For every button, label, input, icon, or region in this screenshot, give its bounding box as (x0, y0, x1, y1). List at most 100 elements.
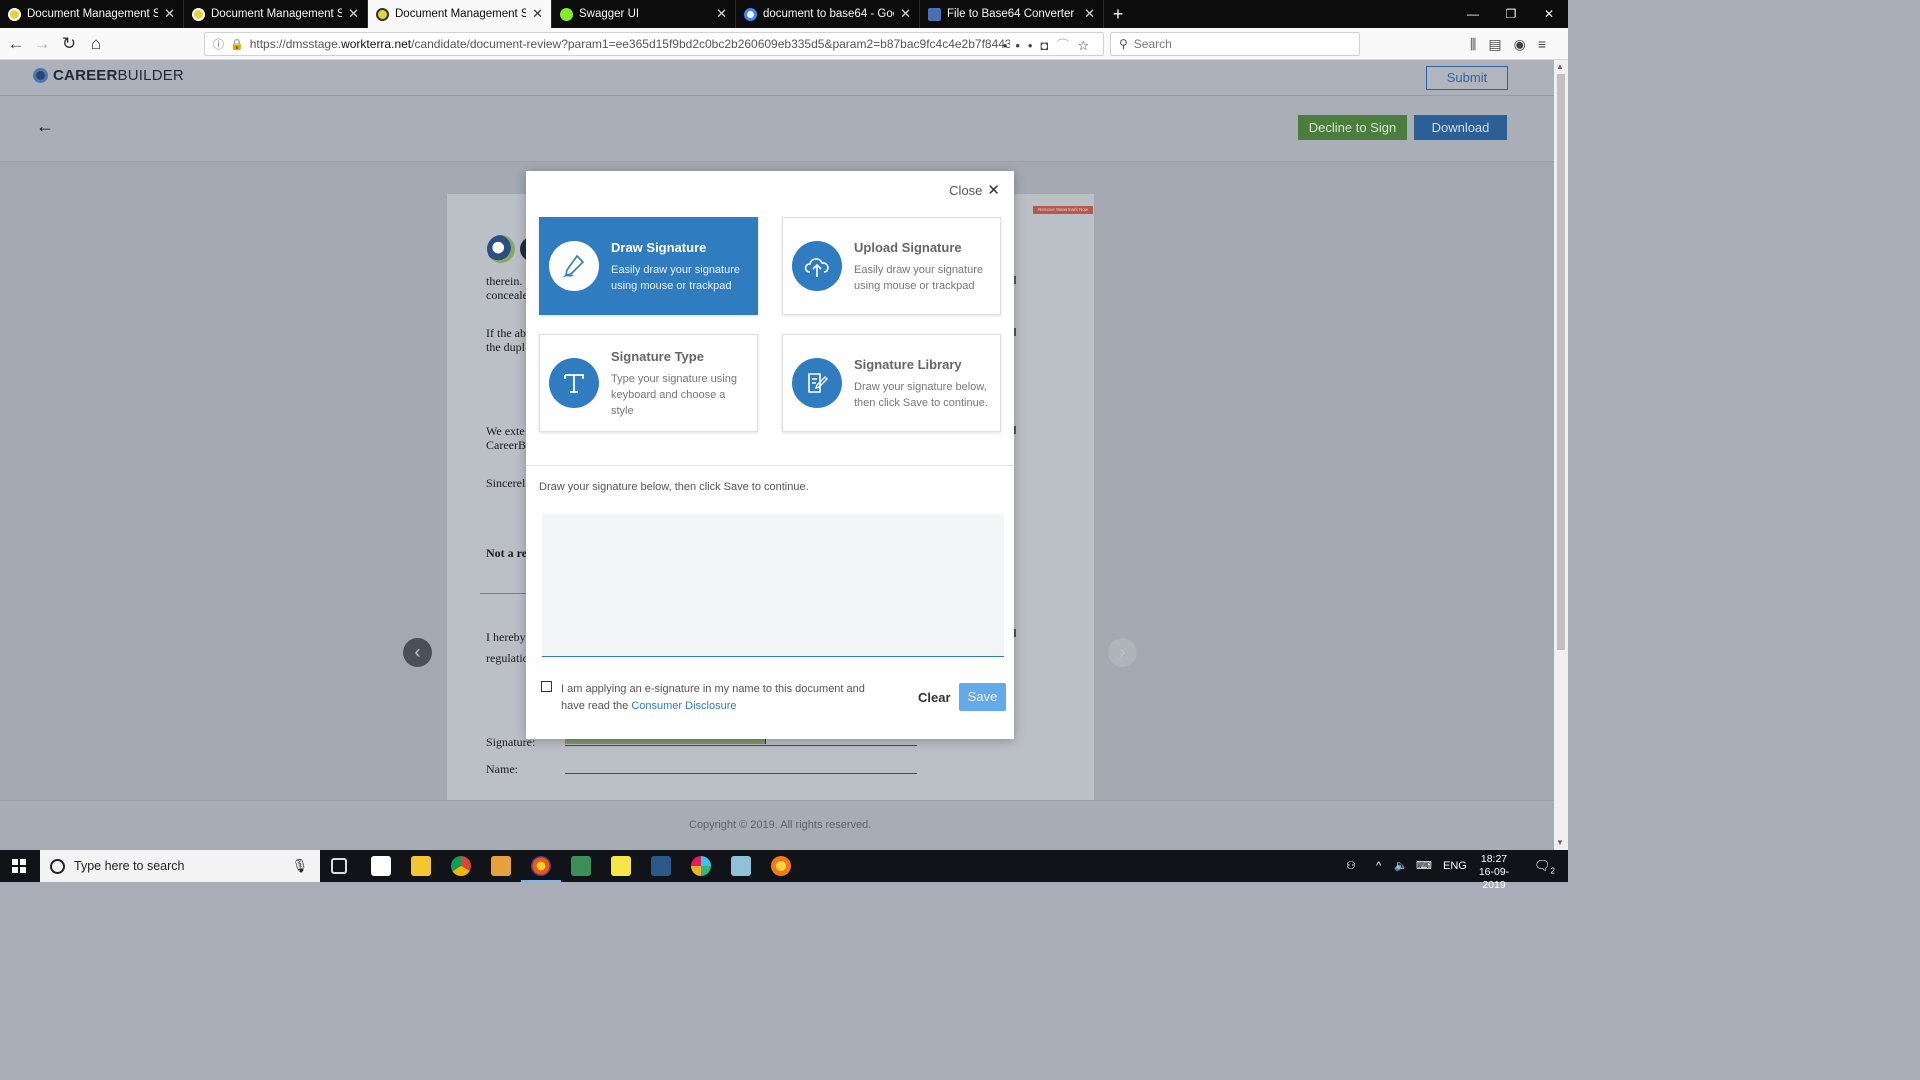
copyright-text: Copyright © 2019. All rights reserved. (689, 819, 872, 831)
draw-instructions: Draw your signature below, then click Sa… (539, 481, 809, 493)
close-tab-icon[interactable]: ✕ (532, 6, 543, 22)
notification-center-icon[interactable]: 🗨2 (1534, 850, 1555, 882)
reader-icon[interactable]: ⌒ (1056, 38, 1077, 53)
consent-checkbox[interactable] (541, 681, 552, 692)
more-actions-icon[interactable]: ••• (1003, 38, 1041, 53)
notepad-icon[interactable] (731, 856, 751, 876)
browser-tab-active[interactable]: Document Management Servic ✕ (368, 0, 552, 28)
windows-start-icon[interactable] (12, 859, 26, 873)
document-line: Not a re (486, 546, 528, 560)
minimize-icon[interactable]: — (1454, 0, 1492, 28)
submit-button[interactable]: Submit (1426, 66, 1508, 90)
people-icon[interactable]: ⚇ (1346, 850, 1356, 882)
sql-tool-icon[interactable] (651, 856, 671, 876)
back-arrow-icon[interactable]: ← (36, 116, 54, 137)
cortana-icon (50, 858, 65, 874)
volume-icon[interactable]: 🔈 (1394, 850, 1408, 882)
close-tab-icon[interactable]: ✕ (1084, 6, 1095, 22)
browser-tab[interactable]: File to Base64 Converter - Enco ✕ (920, 0, 1104, 28)
slack-icon[interactable] (691, 856, 711, 876)
taskbar-search-placeholder: Type here to search (74, 859, 185, 873)
home-icon[interactable]: ⌂ (84, 32, 108, 56)
restore-icon[interactable]: ❐ (1492, 0, 1530, 28)
browser-tab[interactable]: document to base64 - Google S ✕ (736, 0, 920, 28)
next-page-button[interactable]: › (1108, 638, 1137, 667)
sidebar-icon[interactable]: ▤ (1488, 36, 1513, 52)
menu-icon[interactable]: ≡ (1538, 36, 1558, 52)
app-header: CAREER BUILDER Submit (0, 60, 1554, 96)
close-tab-icon[interactable]: ✕ (900, 6, 911, 22)
spreadsheet-icon[interactable] (571, 856, 591, 876)
consumer-disclosure-link[interactable]: Consumer Disclosure (631, 700, 736, 712)
firefox-icon[interactable] (521, 856, 561, 882)
taskbar-search-box[interactable]: Type here to search 🎙 (40, 850, 320, 882)
document-toolbar: ← Decline to Sign Download (0, 96, 1554, 162)
browser-search-box[interactable]: ⚲ Search (1110, 32, 1360, 56)
forward-arrow-icon[interactable]: → (30, 32, 54, 56)
firefox-dev-icon[interactable] (771, 856, 791, 876)
file-explorer-icon[interactable] (411, 856, 431, 876)
google-favicon-icon (744, 7, 757, 21)
scroll-down-icon[interactable]: ▼ (1556, 838, 1564, 847)
signature-library-option[interactable]: Signature Library Draw your signature be… (782, 334, 1001, 432)
reload-icon[interactable]: ↻ (57, 32, 81, 56)
upload-signature-option[interactable]: Upload Signature Easily draw your signat… (782, 217, 1001, 315)
close-tab-icon[interactable]: ✕ (348, 6, 359, 22)
clock-date: 16-09-2019 (1478, 866, 1510, 891)
careerbuilder-logo[interactable]: CAREER BUILDER (33, 67, 184, 84)
scroll-up-icon[interactable]: ▲ (1556, 62, 1564, 71)
close-modal-button[interactable]: Close ✕ (949, 181, 1000, 199)
library-icon[interactable]: ⫼ (1470, 36, 1488, 52)
scrollbar-thumb[interactable] (1557, 74, 1565, 650)
new-tab-button[interactable]: + (1104, 0, 1132, 28)
draw-signature-option[interactable]: Draw Signature Easily draw your signatur… (539, 217, 758, 315)
document-line: CareerB (486, 438, 526, 452)
signature-type-option[interactable]: Signature Type Type your signature using… (539, 334, 758, 432)
download-button[interactable]: Download (1414, 115, 1507, 140)
sticky-notes-icon[interactable] (611, 856, 631, 876)
account-icon[interactable]: ◉ (1514, 36, 1538, 52)
signature-drawing-pad[interactable] (542, 514, 1004, 657)
browser-tab-strip: Document Management Servic ✕ Document Ma… (0, 0, 1568, 28)
option-title: Signature Type (611, 349, 704, 364)
document-text: If the ab the dupl (486, 326, 526, 354)
close-tab-icon[interactable]: ✕ (716, 6, 727, 22)
tab-title: Document Management Servic (211, 8, 343, 20)
browser-toolbar-icons: ⫼▤◉≡ (1470, 36, 1558, 53)
browser-tab[interactable]: Document Management Servic ✕ (184, 0, 368, 28)
browser-nav-bar: ← → ↻ ⌂ ⓘ 🔒 https://dmsstage.workterra.n… (0, 28, 1568, 60)
previous-page-button[interactable]: ‹ (403, 638, 432, 667)
pocket-icon[interactable]: ◘ (1040, 38, 1056, 53)
bookmark-star-icon[interactable]: ☆ (1077, 38, 1097, 53)
clear-button[interactable]: Clear (918, 690, 951, 705)
back-arrow-icon[interactable]: ← (4, 32, 28, 56)
lock-icon: 🔒 (230, 38, 244, 51)
page-scrollbar[interactable]: ▲ ▼ (1554, 60, 1568, 850)
microphone-icon[interactable]: 🎙 (291, 858, 308, 874)
media-player-icon[interactable] (491, 856, 511, 876)
window-close-icon[interactable]: ✕ (1530, 0, 1568, 28)
mail-icon[interactable] (371, 856, 391, 876)
language-indicator[interactable]: ENG (1443, 850, 1467, 882)
tab-title: Document Management Servic (395, 8, 527, 20)
info-icon[interactable]: ⓘ (213, 36, 224, 52)
chrome-icon[interactable] (451, 856, 471, 876)
option-description: Easily draw your signature using mouse o… (611, 264, 741, 292)
task-view-icon[interactable] (331, 858, 347, 874)
tab-title: document to base64 - Google S (763, 8, 894, 20)
keyboard-icon[interactable]: ⌨ (1416, 850, 1432, 882)
signature-line (565, 745, 917, 746)
save-button[interactable]: Save (959, 683, 1006, 711)
windows-taskbar: Type here to search 🎙 ⚇ ^ 🔈 ⌨ ENG 18:27 … (0, 850, 1568, 891)
search-placeholder: Search (1133, 37, 1172, 51)
browser-tab[interactable]: Document Management Servic ✕ (0, 0, 184, 28)
tray-chevron-icon[interactable]: ^ (1376, 850, 1381, 882)
watermark-tag[interactable]: Remove Watermark Now (1033, 206, 1093, 214)
url-bar[interactable]: ⓘ 🔒 https://dmsstage.workterra.net/candi… (204, 32, 1104, 56)
decline-to-sign-button[interactable]: Decline to Sign (1298, 115, 1407, 140)
option-title: Draw Signature (611, 240, 707, 255)
browser-tab[interactable]: Swagger UI ✕ (552, 0, 736, 28)
option-title: Signature Library (854, 357, 962, 372)
system-clock[interactable]: 18:27 16-09-2019 (1470, 853, 1518, 892)
close-tab-icon[interactable]: ✕ (164, 6, 175, 22)
